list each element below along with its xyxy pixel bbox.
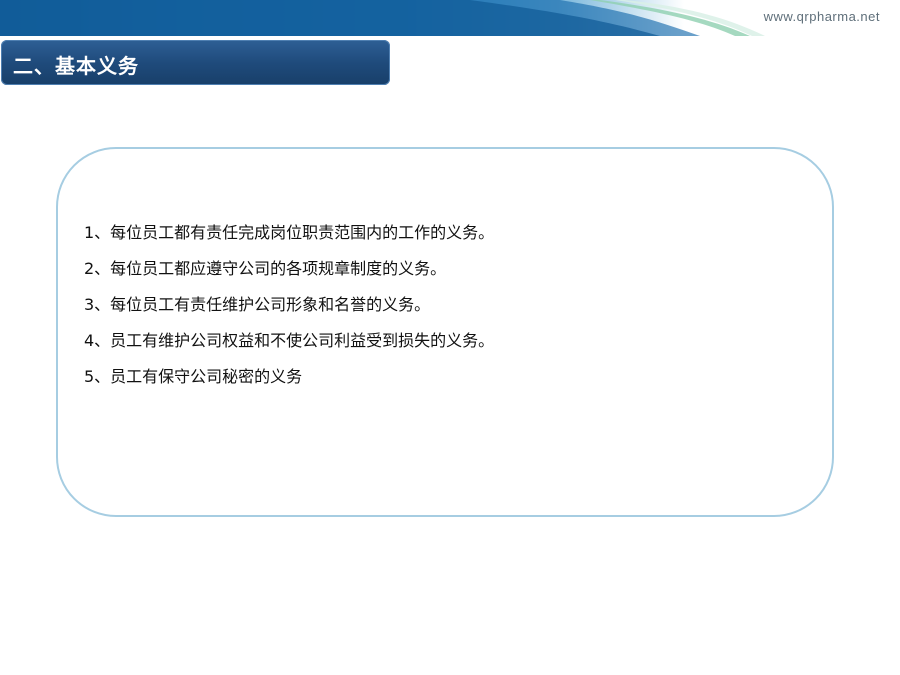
list-item: 3、每位员工有责任维护公司形象和名誉的义务。	[84, 295, 431, 314]
list-item: 5、员工有保守公司秘密的义务	[84, 367, 303, 386]
list-item: 1、每位员工都有责任完成岗位职责范围内的工作的义务。	[84, 223, 495, 242]
list-item: 4、员工有维护公司权益和不使公司利益受到损失的义务。	[84, 331, 495, 350]
section-title: 二、基本义务	[13, 54, 139, 78]
list-item: 2、每位员工都应遵守公司的各项规章制度的义务。	[84, 259, 447, 278]
top-banner: www.qrpharma.net	[0, 0, 900, 36]
site-url: www.qrpharma.net	[763, 9, 880, 24]
section-title-bar: 二、基本义务	[1, 40, 390, 85]
duty-list: 1、每位员工都有责任完成岗位职责范围内的工作的义务。 2、每位员工都应遵守公司的…	[84, 222, 494, 402]
